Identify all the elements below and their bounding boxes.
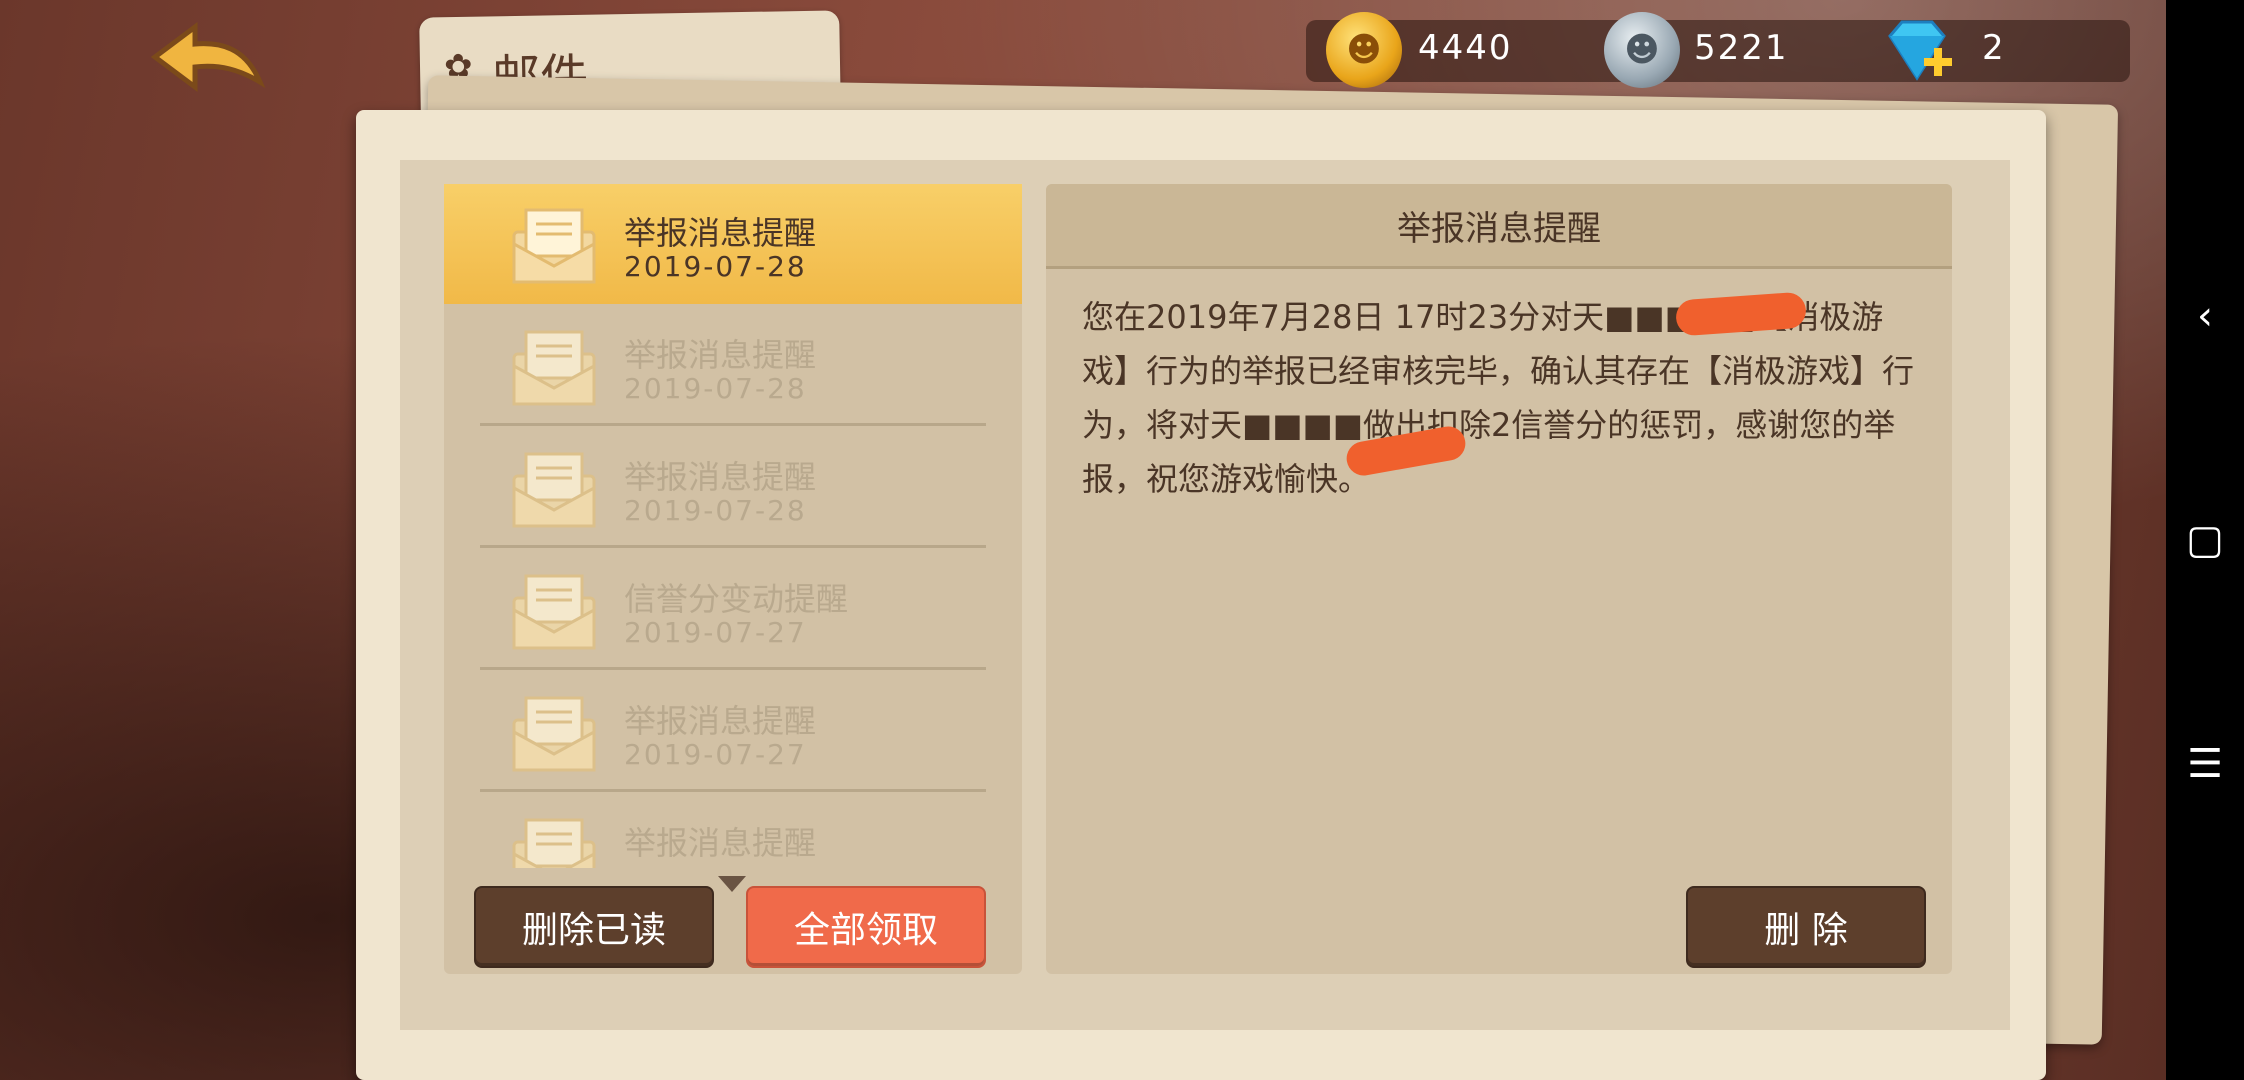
mail-item[interactable]: 举报消息提醒 [444, 794, 1022, 868]
gold-coin-icon: ☻ [1326, 12, 1402, 88]
mail-item-date: 2019-07-28 [624, 250, 807, 283]
mail-item-title: 举报消息提醒 [624, 336, 817, 374]
mail-list[interactable]: 举报消息提醒 2019-07-28 举报消息提醒 2019-07-28 举报消息… [444, 184, 1022, 868]
mail-item-title: 举报消息提醒 [624, 214, 817, 252]
mail-window: 举报消息提醒 2019-07-28 举报消息提醒 2019-07-28 举报消息… [356, 110, 2046, 1080]
silver-coin-icon: ☻ [1604, 12, 1680, 88]
envelope-icon [512, 452, 596, 528]
envelope-icon [512, 696, 596, 772]
mail-item-date: 2019-07-28 [624, 494, 807, 527]
back-button[interactable] [150, 22, 270, 102]
gem-add-icon[interactable] [1880, 14, 1954, 88]
mail-item-title: 举报消息提醒 [624, 458, 817, 496]
delete-button[interactable]: 删 除 [1686, 886, 1926, 968]
divider [480, 789, 986, 792]
mail-item-title: 信誉分变动提醒 [624, 580, 849, 618]
mail-item[interactable]: 举报消息提醒 2019-07-27 [444, 672, 1022, 792]
currency-bar: ☻ 4440 ☻ 5221 2 [1306, 12, 2130, 88]
mail-detail-title: 举报消息提醒 [1046, 184, 1952, 269]
nav-home-icon[interactable]: ▢ [2166, 510, 2244, 570]
mail-item[interactable]: 举报消息提醒 2019-07-28 [444, 428, 1022, 548]
mail-item-date: 2019-07-28 [624, 372, 807, 405]
envelope-icon [512, 208, 596, 284]
gold-amount: 4440 [1418, 28, 1513, 68]
nav-menu-icon[interactable]: ☰ [2166, 734, 2244, 794]
back-arrow-icon [150, 22, 266, 92]
silver-amount: 5221 [1694, 28, 1789, 68]
envelope-icon [512, 330, 596, 406]
gem-amount: 2 [1982, 28, 2006, 68]
divider [480, 667, 986, 670]
mail-item-title: 举报消息提醒 [624, 824, 817, 862]
envelope-icon [512, 574, 596, 650]
mail-item[interactable]: 举报消息提醒 2019-07-28 [444, 306, 1022, 426]
envelope-icon [512, 818, 596, 868]
system-navigation-bar: ‹ ▢ ☰ [2166, 0, 2244, 1080]
divider [480, 423, 986, 426]
mail-item-title: 举报消息提醒 [624, 702, 817, 740]
scroll-down-icon[interactable] [718, 876, 746, 892]
divider [480, 545, 986, 548]
mail-detail-panel: 举报消息提醒 您在2019年7月28日 17时23分对天■■■■■【消极游戏】行… [1046, 184, 1952, 974]
mail-item[interactable]: 举报消息提醒 2019-07-28 [444, 184, 1022, 304]
mail-item[interactable]: 信誉分变动提醒 2019-07-27 [444, 550, 1022, 670]
delete-read-button[interactable]: 删除已读 [474, 886, 714, 968]
mail-item-date: 2019-07-27 [624, 738, 807, 771]
mail-list-panel: 举报消息提醒 2019-07-28 举报消息提醒 2019-07-28 举报消息… [444, 184, 1022, 974]
nav-back-icon[interactable]: ‹ [2166, 286, 2244, 346]
claim-all-button[interactable]: 全部领取 [746, 886, 986, 968]
mail-item-date: 2019-07-27 [624, 616, 807, 649]
